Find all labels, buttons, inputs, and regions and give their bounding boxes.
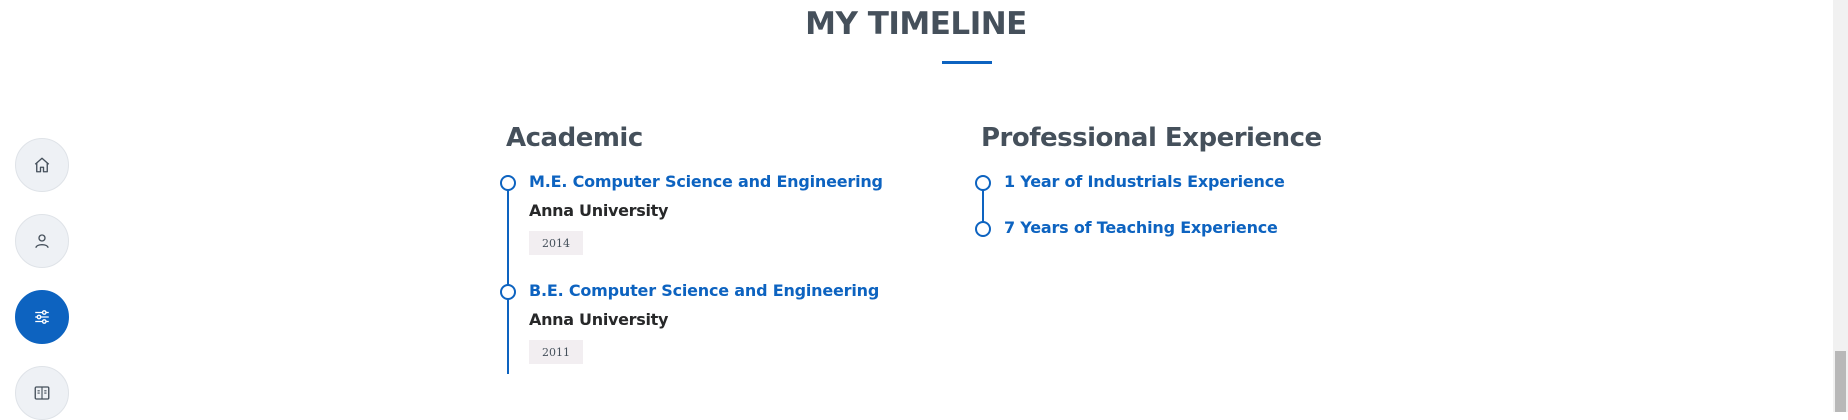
book-icon — [34, 386, 50, 400]
sliders-icon — [35, 310, 49, 324]
nav-timeline-button[interactable] — [15, 290, 69, 344]
person-icon — [35, 234, 49, 248]
academic-item-year: 2014 — [529, 231, 583, 255]
academic-heading: Academic — [506, 123, 643, 153]
timeline-dot — [500, 175, 516, 191]
nav-about-button[interactable] — [15, 214, 69, 268]
professional-item-title: 1 Year of Industrials Experience — [1004, 172, 1285, 191]
home-icon — [34, 157, 50, 173]
academic-item-institution: Anna University — [529, 201, 669, 220]
timeline-dot — [500, 284, 516, 300]
professional-heading: Professional Experience — [981, 123, 1322, 153]
timeline-dot — [975, 175, 991, 191]
academic-timeline-line — [507, 182, 509, 374]
section-title: MY TIMELINE — [805, 6, 1027, 42]
academic-item-year: 2011 — [529, 340, 583, 364]
nav-home-button[interactable] — [15, 138, 69, 192]
scrollbar-thumb[interactable] — [1835, 351, 1846, 412]
academic-item-title: B.E. Computer Science and Engineering — [529, 281, 880, 300]
academic-item-institution: Anna University — [529, 310, 669, 329]
timeline-dot — [975, 221, 991, 237]
title-underline — [942, 61, 992, 64]
professional-item-title: 7 Years of Teaching Experience — [1004, 218, 1278, 237]
academic-item-title: M.E. Computer Science and Engineering — [529, 172, 883, 191]
